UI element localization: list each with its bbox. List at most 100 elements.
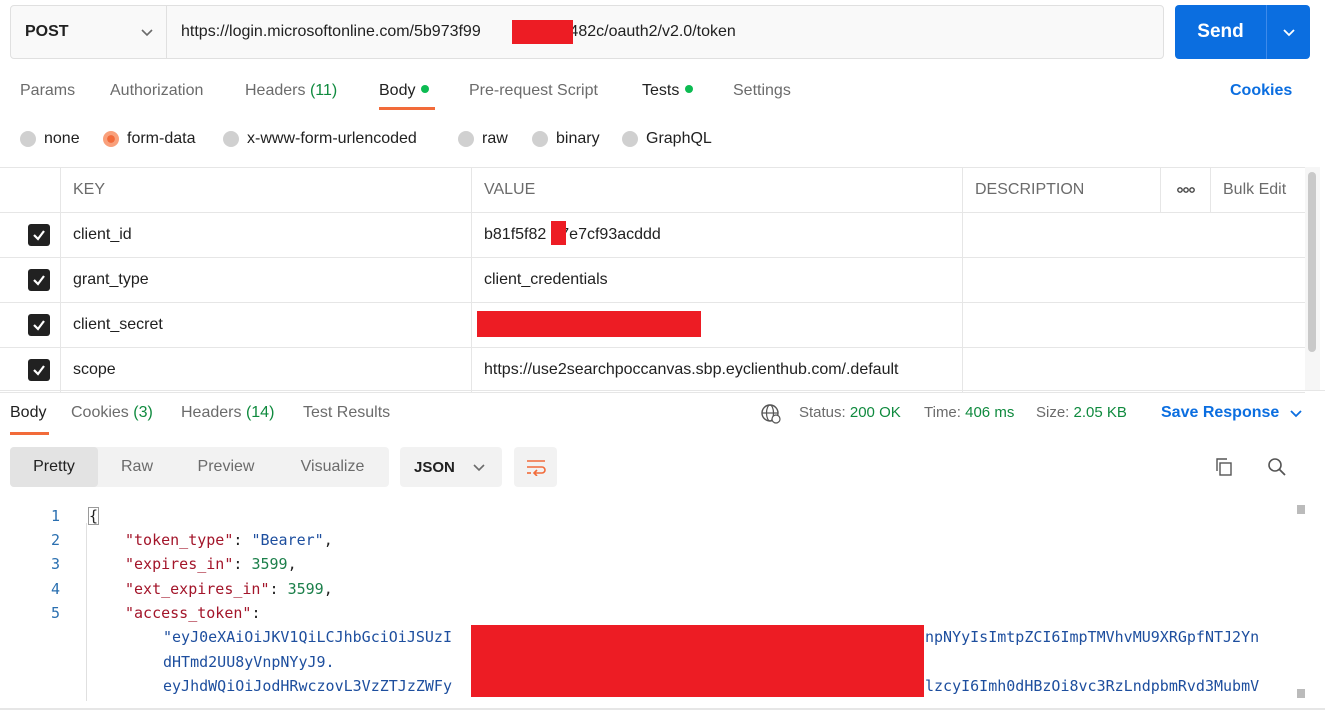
wrap-lines-button[interactable] bbox=[514, 447, 557, 487]
time-readout: Time: 406 ms bbox=[924, 404, 1014, 421]
value-suffix: 7e7cf93acddd bbox=[560, 226, 661, 243]
description-cell[interactable] bbox=[962, 303, 1160, 347]
json-number: 3599 bbox=[251, 555, 288, 573]
response-tab-headers[interactable]: Headers (14) bbox=[181, 404, 274, 422]
more-options-button[interactable] bbox=[1160, 168, 1210, 212]
description-cell[interactable] bbox=[962, 213, 1160, 257]
tab-authorization[interactable]: Authorization bbox=[110, 82, 203, 100]
size-readout: Size: 2.05 KB bbox=[1036, 404, 1127, 421]
value-cell[interactable] bbox=[471, 303, 962, 347]
search-button[interactable] bbox=[1266, 456, 1288, 478]
radio-circle bbox=[532, 131, 548, 147]
radio-raw[interactable]: raw bbox=[458, 130, 508, 148]
scroll-up-arrow[interactable] bbox=[1297, 505, 1305, 514]
radio-circle bbox=[20, 131, 36, 147]
row-checkbox[interactable] bbox=[28, 314, 50, 336]
tab-body[interactable]: Body bbox=[379, 82, 430, 100]
check-icon bbox=[33, 320, 45, 331]
row-checkbox[interactable] bbox=[28, 224, 50, 246]
header-value: VALUE bbox=[471, 168, 962, 212]
radio-form-data[interactable]: form-data bbox=[103, 130, 195, 148]
radio-circle bbox=[223, 131, 239, 147]
key-cell[interactable]: client_id bbox=[60, 213, 471, 257]
table-row: client_secret bbox=[0, 303, 1305, 348]
body-indicator-dot bbox=[421, 85, 430, 93]
value-cell[interactable]: client_credentials bbox=[471, 258, 962, 302]
response-code-viewer[interactable]: 1 2 3 4 5 { "token_type": "Bearer", "exp… bbox=[0, 503, 1295, 703]
indent-guide bbox=[86, 523, 87, 701]
radio-label: none bbox=[44, 130, 80, 147]
header-key: KEY bbox=[60, 168, 471, 212]
json-string: "Bearer" bbox=[251, 531, 324, 549]
size-value: 2.05 KB bbox=[1073, 404, 1127, 421]
radio-none[interactable]: none bbox=[20, 130, 80, 148]
key-cell[interactable]: scope bbox=[60, 348, 471, 392]
description-cell[interactable] bbox=[962, 258, 1160, 302]
table-header-row: KEY VALUE DESCRIPTION Bulk Edit bbox=[0, 168, 1305, 213]
view-preview[interactable]: Preview bbox=[176, 447, 276, 487]
radio-binary[interactable]: binary bbox=[532, 130, 600, 148]
view-pretty[interactable]: Pretty bbox=[10, 447, 98, 487]
copy-button[interactable] bbox=[1213, 456, 1235, 478]
status-label: Status: bbox=[799, 404, 846, 421]
url-redaction bbox=[512, 20, 573, 44]
chevron-down-icon bbox=[141, 29, 153, 37]
row-checkbox[interactable] bbox=[28, 359, 50, 381]
description-cell[interactable] bbox=[962, 348, 1160, 392]
method-label: POST bbox=[25, 23, 69, 40]
tab-params[interactable]: Params bbox=[20, 82, 75, 100]
url-input[interactable]: https://login.microsoftonline.com/5b973f… bbox=[167, 6, 1163, 58]
send-options-button[interactable] bbox=[1267, 5, 1310, 59]
response-view-switcher: Pretty Raw Preview Visualize bbox=[10, 447, 389, 487]
token-segment: dHTmd2UU8yVnpNYyJ9. bbox=[163, 653, 335, 671]
row-checkbox-cell bbox=[0, 348, 60, 392]
scroll-down-arrow[interactable] bbox=[1297, 689, 1305, 698]
tab-tests[interactable]: Tests bbox=[642, 82, 694, 100]
globe-icon[interactable] bbox=[760, 403, 782, 425]
view-visualize[interactable]: Visualize bbox=[276, 447, 389, 487]
tab-tests-label: Tests bbox=[642, 82, 680, 99]
radio-urlencoded[interactable]: x-www-form-urlencoded bbox=[223, 130, 417, 148]
method-select[interactable]: POST bbox=[11, 6, 167, 58]
table-row: client_id b81f5f82 7e7cf93acddd bbox=[0, 213, 1305, 258]
json-key: "expires_in" bbox=[125, 555, 234, 573]
tests-indicator-dot bbox=[685, 85, 694, 93]
table-row: grant_type client_credentials bbox=[0, 258, 1305, 303]
value-cell[interactable]: b81f5f82 7e7cf93acddd bbox=[471, 213, 962, 257]
format-select[interactable]: JSON bbox=[400, 447, 502, 487]
send-button[interactable]: Send bbox=[1175, 5, 1267, 59]
radio-graphql[interactable]: GraphQL bbox=[622, 130, 712, 148]
radio-label: raw bbox=[482, 130, 508, 147]
row-checkbox-cell bbox=[0, 258, 60, 302]
save-response-label: Save Response bbox=[1161, 404, 1280, 421]
table-scrollbar[interactable] bbox=[1308, 172, 1316, 352]
token-segment: "eyJ0eXAiOiJKV1QiLCJhbGciOiJSUzI bbox=[163, 628, 452, 646]
header-checkbox-cell bbox=[0, 168, 60, 212]
code-scrollbar[interactable] bbox=[1294, 503, 1308, 703]
response-tab-cookies[interactable]: Cookies (3) bbox=[71, 404, 153, 422]
response-tab-test-results[interactable]: Test Results bbox=[303, 404, 390, 422]
value-prefix: b81f5f82 bbox=[484, 226, 547, 243]
response-tab-body[interactable]: Body bbox=[10, 404, 46, 422]
json-key: "access_token" bbox=[125, 604, 252, 622]
tab-prerequest-script[interactable]: Pre-request Script bbox=[469, 82, 598, 100]
radio-label: GraphQL bbox=[646, 130, 712, 147]
request-bar: POST https://login.microsoftonline.com/5… bbox=[10, 5, 1164, 59]
bulk-edit-button[interactable]: Bulk Edit bbox=[1210, 168, 1305, 212]
json-key: "token_type" bbox=[125, 531, 234, 549]
key-cell[interactable]: grant_type bbox=[60, 258, 471, 302]
save-response-button[interactable]: Save Response bbox=[1161, 404, 1303, 422]
line-number: 3 bbox=[50, 555, 60, 573]
row-checkbox[interactable] bbox=[28, 269, 50, 291]
line-number: 2 bbox=[50, 531, 60, 549]
chevron-down-icon bbox=[1290, 410, 1302, 418]
value-cell[interactable]: https://use2searchpoccanvas.sbp.eyclient… bbox=[471, 348, 962, 392]
wrap-lines-icon bbox=[526, 460, 546, 476]
tab-headers[interactable]: Headers (11) bbox=[245, 82, 337, 100]
tab-settings[interactable]: Settings bbox=[733, 82, 791, 100]
view-raw[interactable]: Raw bbox=[98, 447, 176, 487]
radio-label: x-www-form-urlencoded bbox=[247, 130, 417, 147]
cookies-link[interactable]: Cookies bbox=[1230, 82, 1292, 100]
key-cell[interactable]: client_secret bbox=[60, 303, 471, 347]
chevron-down-icon bbox=[1282, 29, 1295, 37]
